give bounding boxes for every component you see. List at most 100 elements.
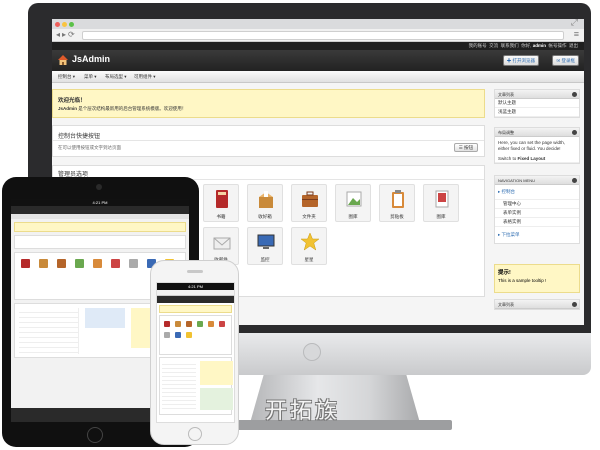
browser-menu-icon[interactable]: ≡ <box>574 29 579 39</box>
admin-tile-monitor[interactable]: 监控 <box>247 227 283 265</box>
main-navbar: 控制台 ▾ 菜单 ▾ 布局选型 ▾ 可用组件 ▾ <box>52 71 584 83</box>
sidebar-item-default-theme[interactable]: 默认主题 <box>495 99 579 108</box>
tile-label: 图库 <box>348 214 358 219</box>
apple-logo-icon <box>303 343 321 361</box>
nav-menu[interactable]: 菜单 ▾ <box>84 71 97 83</box>
mini-photo-icon <box>219 321 225 327</box>
top-links: 我的账号 交流 联系我们 你好, admin 帐号操作 退出 <box>469 42 578 50</box>
nav-group-dropdown[interactable]: ▸ 下拉菜单 <box>495 227 579 243</box>
watermark-text: 开拓族 <box>265 399 341 424</box>
minimize-window-icon[interactable] <box>62 22 67 27</box>
mini-briefcase-icon <box>57 259 66 268</box>
close-icon[interactable] <box>572 92 577 97</box>
red-book-icon <box>216 190 228 208</box>
mini-photo-icon <box>111 259 120 268</box>
welcome-brand: JsAdmin <box>58 106 78 111</box>
navigation-menu-header: NAVIGATION MENU <box>495 176 579 185</box>
article-list-title: 文章列表 <box>498 92 514 97</box>
admin-tile-photo[interactable]: 图库 <box>423 184 459 222</box>
divider <box>53 140 484 141</box>
ipad-info-box <box>85 308 125 328</box>
switch-layout-link[interactable]: Switch to Fixed Layout <box>495 155 579 163</box>
quick-button[interactable]: ☰ 按钮 <box>453 143 478 152</box>
ipad-welcome-panel <box>14 222 186 232</box>
iphone-info-box <box>200 388 233 410</box>
mini-open-box-icon <box>175 321 181 327</box>
mini-clipboard-icon <box>93 259 102 268</box>
mini-clipboard-icon <box>208 321 214 327</box>
admin-tile-briefcase[interactable]: 文件夹 <box>291 184 327 222</box>
top-username[interactable]: admin <box>533 43 546 48</box>
home-button[interactable] <box>188 427 202 441</box>
clipboard-icon <box>392 190 404 208</box>
layout-header: 布局调整 <box>495 128 579 137</box>
iphone-app-header <box>157 296 234 303</box>
quick-buttons-panel: 控制台快捷按钮 在可以使用按钮或文字到达页面 ☰ 按钮 <box>52 125 485 157</box>
maximize-window-icon[interactable] <box>69 22 74 27</box>
mini-envelope-icon <box>164 332 170 338</box>
fullscreen-icon[interactable]: ⤢ <box>571 19 578 28</box>
close-icon[interactable] <box>572 178 577 183</box>
navigation-menu-box: NAVIGATION MENU ▸ 控制台 管理中心 表单实例 表格实例 ▸ 下… <box>494 175 580 244</box>
nav-item-table-examples[interactable]: 表格实例 <box>495 218 579 227</box>
device-mockup-scene: 开拓族 ⤢ ◂▸⟳ ≡ 我的账号 交流 联系我们 你好, admin 帐号操作 … <box>0 0 600 450</box>
close-icon[interactable] <box>572 302 577 307</box>
picture-icon <box>346 191 362 207</box>
top-link-settings[interactable]: 帐号操作 <box>548 43 566 48</box>
brand-title[interactable]: JsAdmin <box>72 54 110 64</box>
open-browser-button[interactable]: ✚ 打开浏览器 <box>502 55 539 66</box>
welcome-panel: 欢迎光临！ JsAdmin 是个层次结构最新用的后台管理系统模版。欢迎使用！ <box>52 89 485 118</box>
quick-title: 控制台快捷按钮 <box>58 134 101 140</box>
nav-item-form-examples[interactable]: 表单实例 <box>495 209 579 218</box>
sidebar-item-light-theme[interactable]: 浅蓝主题 <box>495 108 579 117</box>
switch-layout-target[interactable]: Fixed Layout <box>518 156 546 161</box>
mini-red-book-icon <box>164 321 170 327</box>
article-list-box: 文章列表 默认主题 浅蓝主题 <box>494 89 580 118</box>
iphone-status-bar: 4:21 PM <box>157 283 234 290</box>
tile-label: 图库 <box>436 214 446 219</box>
layout-box: 布局调整 Here, you can set the page width, e… <box>494 127 580 164</box>
top-link-contact[interactable]: 联系我们 <box>501 43 519 48</box>
ipad-list <box>19 308 79 354</box>
nav-group-dashboard[interactable]: ▸ 控制台 <box>495 185 579 200</box>
tile-label: 剪贴板 <box>390 214 404 219</box>
top-link-account[interactable]: 我的账号 <box>469 43 487 48</box>
switch-layout-label: Switch to <box>498 156 518 161</box>
admin-tile-red-book[interactable]: 书籍 <box>203 184 239 222</box>
close-window-icon[interactable] <box>55 22 60 27</box>
mini-red-book-icon <box>21 259 30 268</box>
app-header: JsAdmin ✚ 打开浏览器 ✉ 登录框 <box>52 50 584 71</box>
article-list-header: 文章列表 <box>495 90 579 99</box>
ipad-status-bar: 4:21 PM <box>11 199 189 206</box>
tile-label: 收好箱 <box>258 214 272 219</box>
nav-item-admin-center[interactable]: 管理中心 <box>495 200 579 209</box>
home-icon[interactable] <box>57 54 69 66</box>
url-input[interactable] <box>82 31 564 40</box>
iphone-list <box>162 361 196 411</box>
admin-tile-clipboard[interactable]: 剪贴板 <box>379 184 415 222</box>
admin-tile-picture[interactable]: 图库 <box>335 184 371 222</box>
close-icon[interactable] <box>572 130 577 135</box>
mini-picture-icon <box>197 321 203 327</box>
admin-tile-open-box[interactable]: 收好箱 <box>247 184 283 222</box>
welcome-title: 欢迎光临！ <box>58 98 86 104</box>
admin-tile-star[interactable]: 星星 <box>291 227 327 265</box>
browser-tab-bar: ⤢ <box>52 19 584 29</box>
nav-layout[interactable]: 布局选型 ▾ <box>105 71 127 83</box>
top-link-chat[interactable]: 交流 <box>489 43 498 48</box>
home-button[interactable] <box>87 427 103 443</box>
monitor-icon <box>257 234 275 249</box>
login-box-button[interactable]: ✉ 登录框 <box>552 55 579 66</box>
ipad-navbar <box>11 214 189 219</box>
speaker-icon <box>187 270 203 273</box>
nav-dashboard[interactable]: 控制台 ▾ <box>58 71 75 83</box>
layout-title: 布局调整 <box>498 130 514 135</box>
top-link-logout[interactable]: 退出 <box>569 43 578 48</box>
browser-nav-icons[interactable]: ◂▸⟳ <box>56 30 77 39</box>
nav-components[interactable]: 可用组件 ▾ <box>134 71 156 83</box>
article-list-box-2: 文章列表 <box>494 299 580 310</box>
mini-picture-icon <box>75 259 84 268</box>
mini-briefcase-icon <box>186 321 192 327</box>
tile-label: 监控 <box>260 257 270 262</box>
tile-label: 文件夹 <box>302 214 316 219</box>
